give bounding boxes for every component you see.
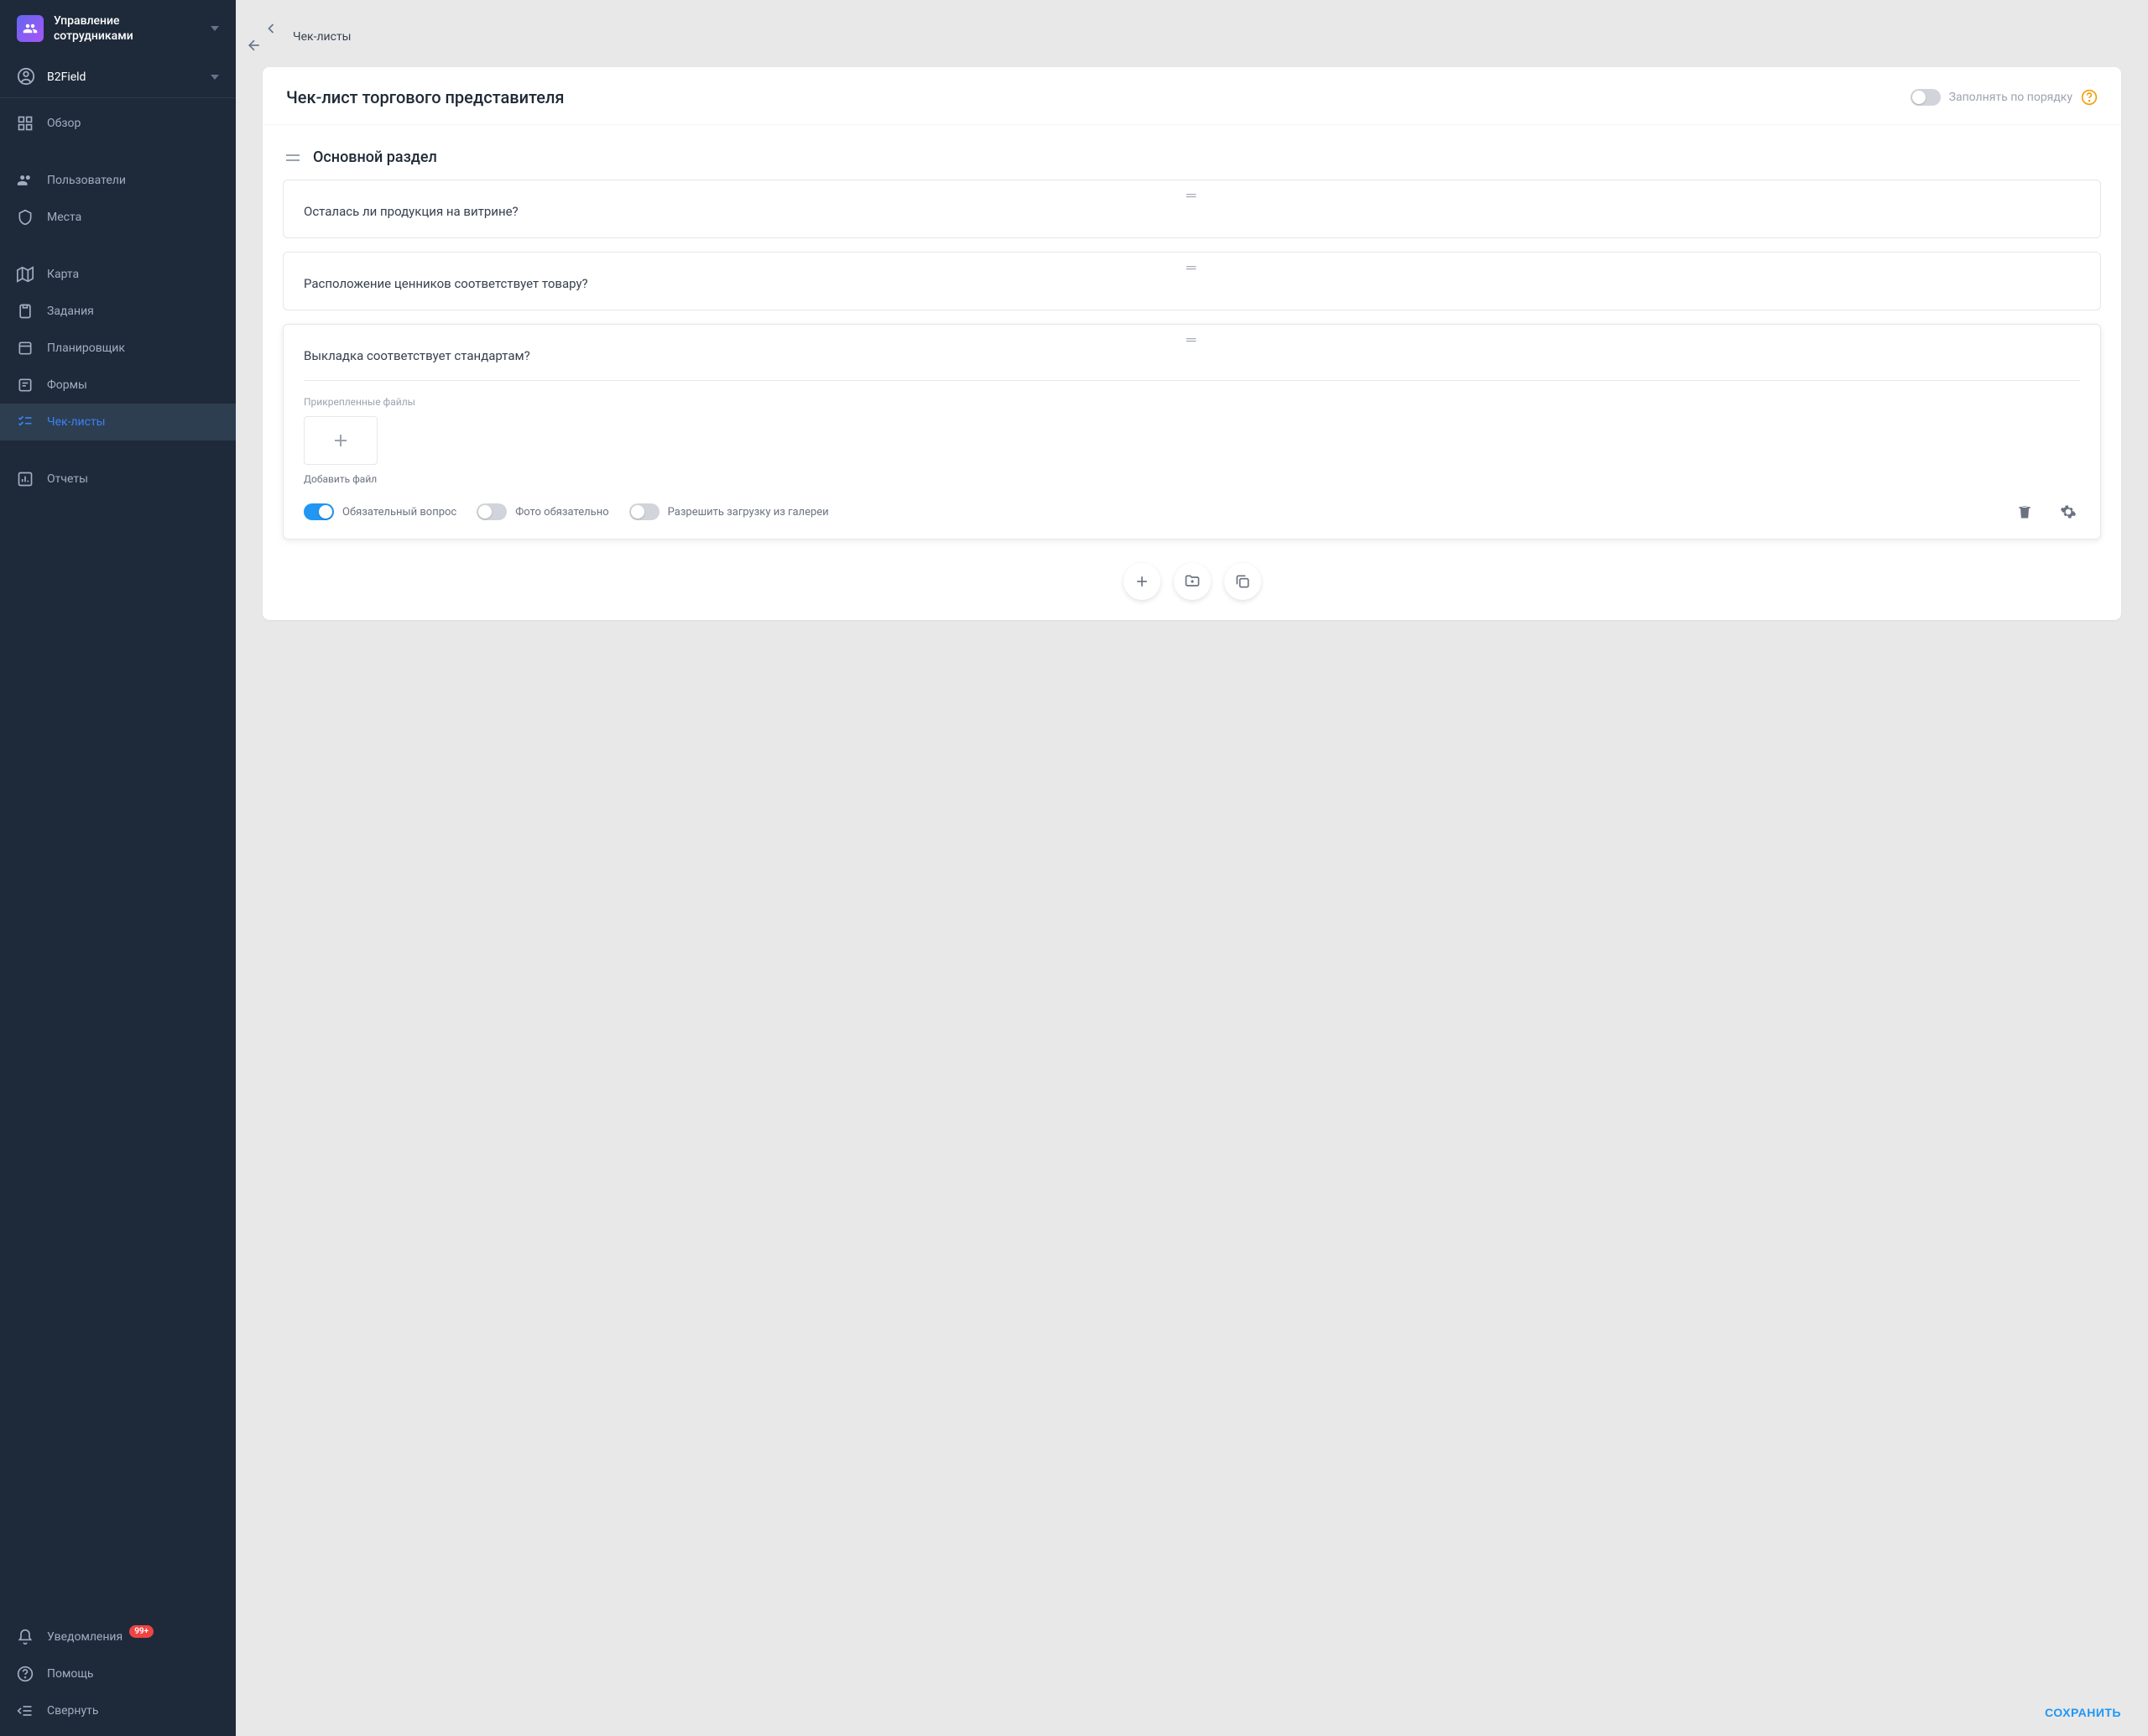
photo-required-label: Фото обязательно — [515, 506, 608, 519]
question-text: Расположение ценников соответствует това… — [304, 276, 2080, 291]
nav-label: Задания — [47, 305, 94, 318]
map-icon — [17, 266, 34, 283]
folder-plus-icon — [1184, 573, 1201, 590]
question-card[interactable]: ═ Осталась ли продукция на витрине? — [283, 180, 2101, 238]
gallery-label: Разрешить загрузку из галереи — [668, 506, 829, 519]
fill-in-order-toggle[interactable] — [1911, 89, 1941, 106]
add-question-button[interactable] — [1124, 563, 1160, 600]
nav-label: Обзор — [47, 117, 81, 130]
required-label: Обязательный вопрос — [342, 506, 456, 519]
copy-icon — [1234, 573, 1251, 590]
drag-handle-icon[interactable] — [286, 154, 300, 162]
checklist-title: Чек-лист торгового представителя — [286, 87, 1911, 107]
nav-reports[interactable]: Отчеты — [0, 461, 236, 498]
nav-map[interactable]: Карта — [0, 256, 236, 293]
nav-help[interactable]: Помощь — [0, 1655, 236, 1692]
topbar: Чек-листы — [236, 0, 2148, 67]
nav-notifications[interactable]: Уведомления 99+ — [0, 1619, 236, 1655]
bell-icon — [17, 1629, 34, 1645]
nav-label: Формы — [47, 378, 87, 392]
add-file-caption: Добавить файл — [304, 473, 2080, 485]
app-logo — [17, 15, 44, 42]
nav-label: Свернуть — [47, 1704, 98, 1718]
required-toggle[interactable] — [304, 503, 334, 520]
drag-handle-icon[interactable]: ═ — [1186, 187, 1197, 204]
nav-label: Пользователи — [47, 174, 126, 187]
section-header: Основной раздел — [263, 125, 2121, 180]
nav-checklists[interactable]: Чек-листы — [0, 404, 236, 441]
user-name: B2Field — [47, 70, 201, 84]
nav-label: Отчеты — [47, 472, 88, 486]
nav-overview[interactable]: Обзор — [0, 105, 236, 142]
main-content: Чек-листы Чек-лист торгового представите… — [236, 0, 2148, 1736]
shield-icon — [17, 209, 34, 226]
footer: СОХРАНИТЬ — [236, 1689, 2148, 1736]
nav-forms[interactable]: Формы — [0, 367, 236, 404]
chevron-down-icon — [211, 75, 219, 80]
question-text: Осталась ли продукция на витрине? — [304, 204, 2080, 219]
question-text[interactable]: Выкладка соответствует стандартам? — [304, 348, 2080, 363]
sidebar: Управление сотрудниками B2Field Обзор По… — [0, 0, 236, 1736]
user-icon — [17, 67, 37, 87]
question-card[interactable]: ═ Расположение ценников соответствует то… — [283, 252, 2101, 310]
nav-label: Карта — [47, 268, 79, 281]
plus-icon — [1134, 573, 1150, 590]
notification-badge: 99+ — [129, 1625, 154, 1638]
drag-handle-icon[interactable]: ═ — [1186, 331, 1197, 348]
nav-planner[interactable]: Планировщик — [0, 330, 236, 367]
settings-button[interactable] — [2057, 500, 2080, 524]
help-icon — [17, 1666, 34, 1682]
section-title: Основной раздел — [313, 149, 437, 166]
question-card-expanded: ═ Выкладка соответствует стандартам? При… — [283, 324, 2101, 540]
breadcrumb: Чек-листы — [293, 30, 352, 44]
user-switcher[interactable]: B2Field — [0, 57, 236, 98]
delete-button[interactable] — [2013, 500, 2036, 524]
back-button[interactable] — [263, 20, 279, 54]
photo-required-toggle[interactable] — [477, 503, 507, 520]
users-icon — [17, 172, 34, 189]
calendar-icon — [17, 340, 34, 357]
app-title: Управление сотрудниками — [54, 13, 201, 44]
nav-users[interactable]: Пользователи — [0, 162, 236, 199]
card-header: Чек-лист торгового представителя Заполня… — [263, 67, 2121, 125]
nav-label: Места — [47, 211, 81, 224]
add-file-button[interactable] — [304, 416, 378, 465]
save-button[interactable]: СОХРАНИТЬ — [2045, 1706, 2121, 1719]
checklist-card: Чек-лист торгового представителя Заполня… — [263, 67, 2121, 620]
attachments-label: Прикрепленные файлы — [304, 396, 2080, 408]
checklist-icon — [17, 414, 34, 430]
chart-icon — [17, 471, 34, 487]
people-icon — [23, 21, 38, 36]
nav-places[interactable]: Места — [0, 199, 236, 236]
nav-label: Планировщик — [47, 341, 125, 355]
app-switcher[interactable]: Управление сотрудниками — [0, 0, 236, 57]
nav-tasks[interactable]: Задания — [0, 293, 236, 330]
gallery-toggle[interactable] — [629, 503, 660, 520]
collapse-icon — [17, 1702, 34, 1719]
nav-label: Чек-листы — [47, 415, 106, 429]
add-section-button[interactable] — [1174, 563, 1211, 600]
dashboard-icon — [17, 115, 34, 132]
clipboard-icon — [17, 303, 34, 320]
chevron-down-icon — [211, 26, 219, 31]
help-icon[interactable] — [2081, 89, 2098, 106]
duplicate-button[interactable] — [1224, 563, 1261, 600]
nav-collapse[interactable]: Свернуть — [0, 1692, 236, 1729]
nav-label: Уведомления — [47, 1630, 123, 1644]
plus-icon — [331, 430, 351, 451]
note-icon — [17, 377, 34, 394]
nav-label: Помощь — [47, 1667, 94, 1681]
fill-in-order-label: Заполнять по порядку — [1949, 91, 2072, 104]
drag-handle-icon[interactable]: ═ — [1186, 259, 1197, 276]
